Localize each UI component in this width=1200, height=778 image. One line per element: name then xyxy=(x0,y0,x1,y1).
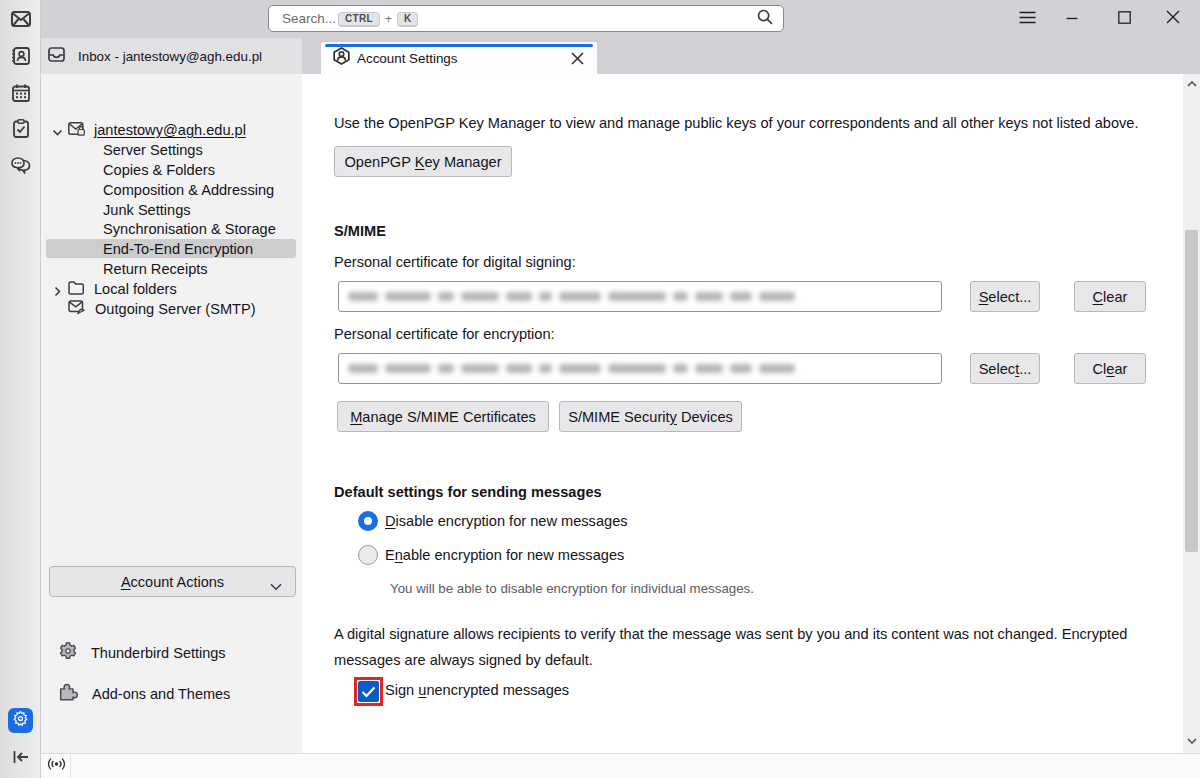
online-status-button[interactable] xyxy=(43,754,71,778)
radio-signal-icon xyxy=(47,757,66,775)
clear-signing-cert-button[interactable]: Clear xyxy=(1074,281,1146,312)
minimize-icon xyxy=(1066,10,1078,28)
account-mail-lock-icon xyxy=(68,122,85,139)
maximize-icon xyxy=(1118,10,1131,28)
account-settings-sidebar: jantestowy@agh.edu.pl Server Settings Co… xyxy=(41,74,302,753)
title-bar: CTRL + K xyxy=(41,0,1200,38)
address-book-icon xyxy=(11,47,30,65)
tasks-space-button[interactable] xyxy=(0,114,41,142)
thunderbird-settings-label: Thunderbird Settings xyxy=(91,645,226,661)
chat-icon xyxy=(11,155,31,174)
calendar-space-button[interactable] xyxy=(0,79,41,107)
close-window-button[interactable] xyxy=(1151,0,1195,38)
mail-icon xyxy=(11,11,31,27)
enable-note: You will be able to disable encryption f… xyxy=(390,581,754,596)
tasks-icon xyxy=(13,119,29,138)
sidebar-account-email[interactable]: jantestowy@agh.edu.pl xyxy=(94,122,246,138)
redacted-value xyxy=(348,292,802,301)
encryption-cert-label: Personal certificate for encryption: xyxy=(334,326,555,342)
smime-security-devices-button[interactable]: S/MIME Security Devices xyxy=(559,401,742,432)
signature-paragraph: A digital signature allows recipients to… xyxy=(334,621,1164,673)
shortcut-key-k: K xyxy=(397,12,419,27)
vertical-scrollbar[interactable] xyxy=(1183,74,1200,753)
sidebar-item-synchronisation-storage[interactable]: Synchronisation & Storage xyxy=(103,219,276,239)
sign-unencrypted-checkbox[interactable] xyxy=(358,681,379,702)
end-to-end-encryption-panel: Use the OpenPGP Key Manager to view and … xyxy=(302,74,1183,753)
search-input[interactable] xyxy=(282,11,338,26)
manage-smime-certificates-button[interactable]: Manage S/MIME Certificates xyxy=(337,401,549,432)
collapse-left-icon xyxy=(13,750,29,768)
global-search[interactable]: CTRL + K xyxy=(268,5,784,32)
sidebar-outgoing-server[interactable]: Outgoing Server (SMTP) xyxy=(68,299,256,319)
spaces-toolbar xyxy=(0,0,41,778)
account-actions-button[interactable]: Account Actions xyxy=(49,566,296,597)
select-encryption-cert-button[interactable]: Select... xyxy=(970,353,1040,384)
mail-space-button[interactable] xyxy=(0,5,41,33)
scroll-down-icon[interactable] xyxy=(1183,733,1200,749)
signing-cert-label: Personal certificate for digital signing… xyxy=(334,254,576,270)
folder-icon xyxy=(68,281,84,298)
tab-account-label: Account Settings xyxy=(357,51,458,66)
radio-selected-icon xyxy=(358,511,378,531)
account-settings-tab-icon xyxy=(333,47,350,69)
inbox-tab-icon xyxy=(48,47,65,66)
sidebar-outgoing-server-label: Outgoing Server (SMTP) xyxy=(95,301,256,317)
puzzle-icon xyxy=(59,683,78,704)
shortcut-plus: + xyxy=(385,12,392,26)
signing-cert-input[interactable] xyxy=(338,281,942,312)
sidebar-local-folders-label: Local folders xyxy=(94,281,177,297)
chevron-down-icon xyxy=(270,578,282,594)
addons-themes-link[interactable]: Add-ons and Themes xyxy=(59,683,230,704)
collapse-spaces-button[interactable] xyxy=(10,748,31,769)
tab-inbox-label: Inbox - jantestowy@agh.edu.pl xyxy=(78,49,262,64)
sidebar-item-end-to-end-encryption[interactable]: End-To-End Encryption xyxy=(103,239,253,259)
addons-themes-label: Add-ons and Themes xyxy=(92,686,230,702)
default-settings-heading: Default settings for sending messages xyxy=(334,484,602,500)
scroll-up-icon[interactable] xyxy=(1183,76,1200,92)
gear-icon xyxy=(13,711,28,730)
sidebar-item-return-receipts[interactable]: Return Receipts xyxy=(103,259,208,279)
minimize-button[interactable] xyxy=(1052,0,1092,38)
openpgp-key-manager-button[interactable]: OpenPGP Key Manager xyxy=(334,146,512,177)
tab-account-settings[interactable]: Account Settings xyxy=(321,42,597,74)
sidebar-item-composition-addressing[interactable]: Composition & Addressing xyxy=(103,180,274,200)
hamburger-menu-icon xyxy=(1019,10,1036,28)
sign-checkbox-highlight xyxy=(354,677,383,706)
sign-checkbox-label[interactable]: Sign unencrypted messages xyxy=(385,682,569,698)
select-signing-cert-button[interactable]: Select... xyxy=(970,281,1040,312)
sidebar-item-server-settings[interactable]: Server Settings xyxy=(103,140,203,160)
close-icon xyxy=(1166,10,1180,28)
sidebar-item-copies-folders[interactable]: Copies & Folders xyxy=(103,160,215,180)
radio-unselected-icon xyxy=(358,545,378,565)
app-menu-button[interactable] xyxy=(1007,0,1047,38)
outgoing-server-icon xyxy=(68,300,85,318)
settings-space-button[interactable] xyxy=(8,708,33,733)
clear-encryption-cert-button[interactable]: Clear xyxy=(1074,353,1146,384)
openpgp-paragraph: Use the OpenPGP Key Manager to view and … xyxy=(334,110,1164,136)
chevron-down-icon[interactable] xyxy=(52,125,63,136)
search-icon xyxy=(757,9,773,29)
sidebar-account-root[interactable]: jantestowy@agh.edu.pl xyxy=(52,120,246,140)
address-book-space-button[interactable] xyxy=(0,42,41,70)
redacted-value xyxy=(348,364,802,373)
chevron-right-icon[interactable] xyxy=(52,284,63,295)
tab-bar: Inbox - jantestowy@agh.edu.pl Account Se… xyxy=(41,38,1200,74)
maximize-button[interactable] xyxy=(1104,0,1144,38)
enable-encryption-radio[interactable]: Enable encryption for new messages xyxy=(358,545,624,565)
sidebar-local-folders[interactable]: Local folders xyxy=(52,279,177,299)
active-tab-accent xyxy=(325,44,593,47)
shortcut-key-ctrl: CTRL xyxy=(338,12,380,27)
smime-heading: S/MIME xyxy=(334,223,386,239)
gear-icon xyxy=(59,642,77,663)
scrollbar-thumb[interactable] xyxy=(1185,230,1198,552)
tab-inbox[interactable]: Inbox - jantestowy@agh.edu.pl xyxy=(41,38,302,74)
close-tab-button[interactable] xyxy=(567,48,587,68)
chat-space-button[interactable] xyxy=(0,150,41,178)
encryption-cert-input[interactable] xyxy=(338,353,942,384)
status-bar xyxy=(41,753,1200,778)
disable-encryption-radio[interactable]: Disable encryption for new messages xyxy=(358,511,628,531)
thunderbird-settings-link[interactable]: Thunderbird Settings xyxy=(59,642,226,663)
sidebar-item-junk-settings[interactable]: Junk Settings xyxy=(103,200,191,220)
calendar-icon xyxy=(12,84,30,102)
